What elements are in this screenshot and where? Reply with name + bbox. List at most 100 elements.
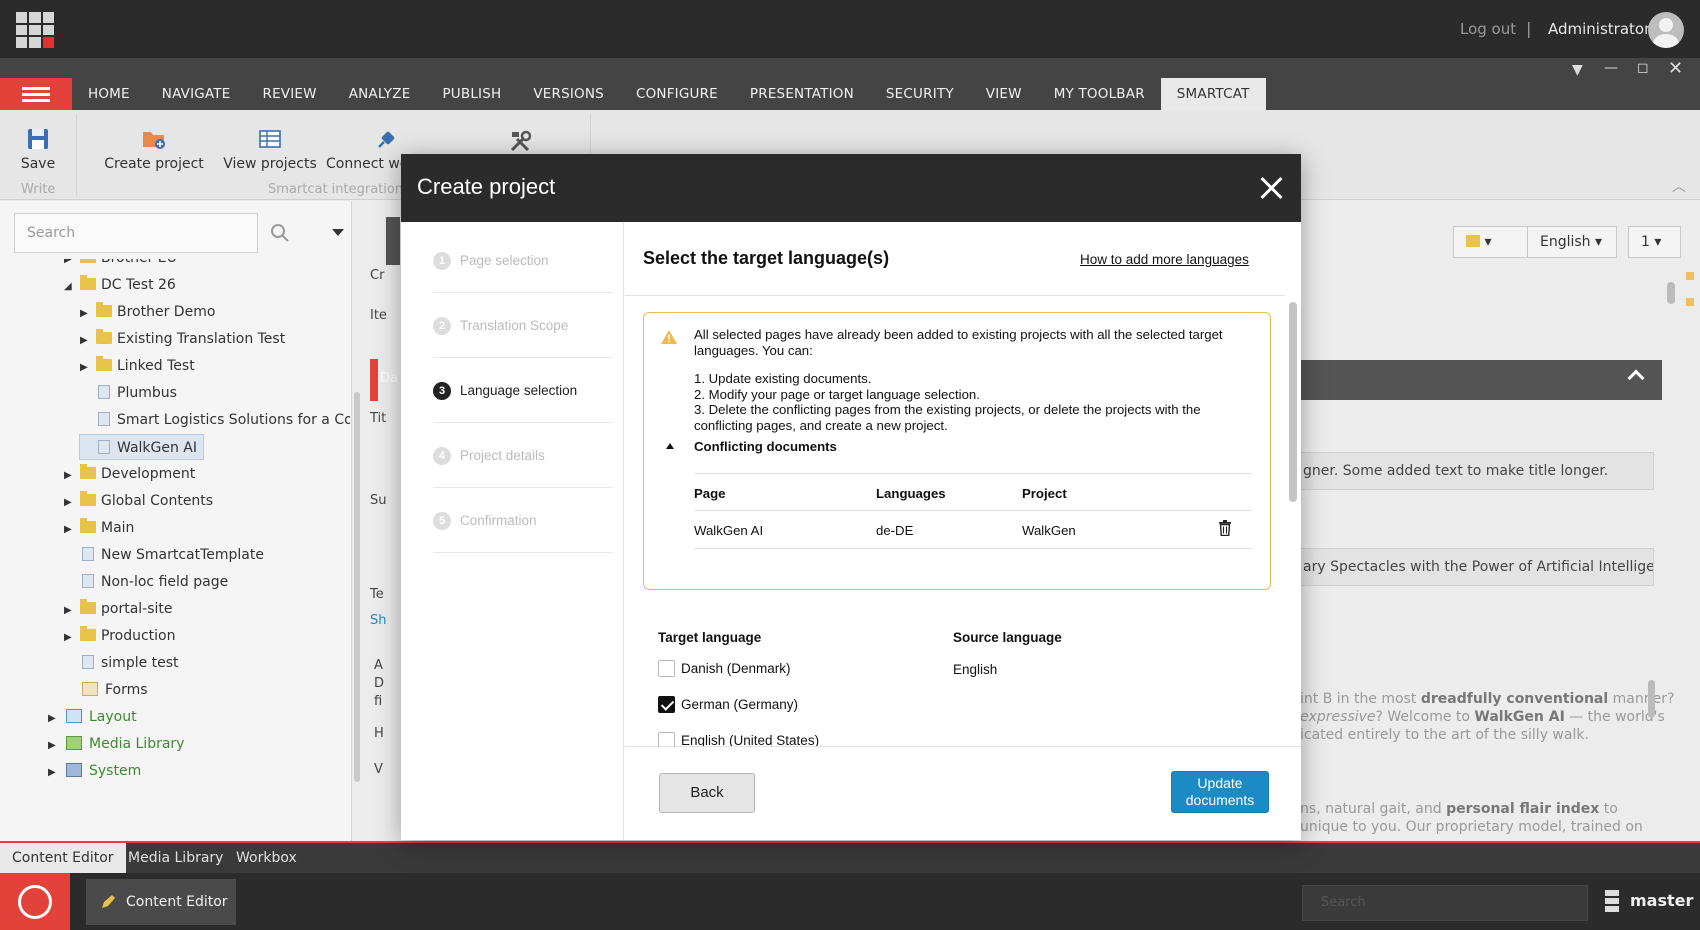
help-link[interactable]: How to add more languages bbox=[1080, 252, 1249, 267]
tree-node[interactable]: Plumbus bbox=[80, 380, 177, 406]
tree-node[interactable]: ▶ portal-site bbox=[64, 596, 173, 622]
bottom-tab-workbox[interactable]: Workbox bbox=[224, 843, 309, 873]
chevron-right-icon[interactable]: ▶ bbox=[48, 733, 58, 759]
wizard-step[interactable]: 3 Language selection bbox=[433, 358, 613, 423]
conflict-title[interactable]: Conflicting documents bbox=[694, 439, 837, 454]
tree-node[interactable]: ▶ Media Library bbox=[48, 731, 184, 757]
pane-scrollbar[interactable] bbox=[1289, 302, 1297, 502]
chevron-right-icon[interactable]: ▶ bbox=[64, 259, 74, 273]
hamburger-menu-icon[interactable] bbox=[0, 78, 72, 110]
version-dropdown[interactable]: 1 ▾ bbox=[1628, 226, 1681, 258]
close-icon[interactable] bbox=[1259, 176, 1283, 200]
tree-search-input[interactable]: Search bbox=[14, 213, 258, 253]
tab-presentation[interactable]: PRESENTATION bbox=[734, 78, 870, 110]
subtitle-field[interactable]: ary Spectacles with the Power of Artific… bbox=[1300, 548, 1654, 586]
tree-node[interactable]: ▶ Existing Translation Test bbox=[80, 326, 285, 352]
language-checkbox-german[interactable]: German (Germany) bbox=[658, 696, 798, 714]
chevron-right-icon[interactable]: ▶ bbox=[80, 301, 90, 327]
chevron-right-icon[interactable]: ▶ bbox=[48, 706, 58, 732]
checkbox-checked[interactable] bbox=[658, 696, 675, 713]
chevron-right-icon[interactable]: ▶ bbox=[64, 625, 74, 651]
tree-scrollbar[interactable] bbox=[354, 392, 360, 782]
update-documents-button[interactable]: Update documents bbox=[1171, 771, 1269, 813]
wizard-step[interactable]: 2 Translation Scope bbox=[433, 293, 613, 358]
tree-node[interactable]: ▶ System bbox=[48, 758, 141, 784]
tools-icon[interactable] bbox=[508, 130, 534, 154]
tree-node[interactable]: Forms bbox=[64, 677, 148, 703]
folder-icon bbox=[80, 626, 96, 641]
chevron-right-icon[interactable]: ▶ bbox=[64, 463, 74, 489]
minimize-icon[interactable]: — bbox=[1604, 60, 1618, 76]
sitecore-logo-icon[interactable] bbox=[0, 873, 70, 930]
tree-node[interactable]: Smart Logistics Solutions for a Con bbox=[80, 407, 350, 433]
checkbox[interactable] bbox=[658, 660, 675, 677]
tree-node[interactable]: ▶ Production bbox=[64, 623, 175, 649]
tab-home[interactable]: HOME bbox=[72, 78, 146, 110]
tree-node[interactable]: ▶ Brother EU bbox=[64, 259, 177, 271]
close-window-icon[interactable]: ✕ bbox=[1668, 58, 1683, 79]
view-projects-button[interactable]: View projects bbox=[212, 128, 328, 172]
chevron-down-icon[interactable]: ▼ bbox=[1572, 62, 1583, 78]
collapse-arrow-icon[interactable] bbox=[666, 443, 674, 449]
chevron-right-icon[interactable]: ▶ bbox=[80, 328, 90, 354]
maximize-icon[interactable]: ◻ bbox=[1637, 60, 1649, 76]
tree-node[interactable]: Non-loc field page bbox=[64, 569, 228, 595]
bottom-tab-content-editor[interactable]: Content Editor bbox=[0, 843, 126, 873]
tree-node[interactable]: ▶ Layout bbox=[48, 704, 137, 730]
global-search-input[interactable]: Search bbox=[1302, 885, 1588, 921]
chevron-right-icon[interactable]: ▶ bbox=[48, 760, 58, 786]
chevron-up-icon[interactable]: ︿ bbox=[1672, 176, 1686, 196]
ribbon-tab-bar: HOME NAVIGATE REVIEW ANALYZE PUBLISH VERSIONS… bbox=[0, 58, 1700, 110]
tab-versions[interactable]: VERSIONS bbox=[517, 78, 620, 110]
chevron-right-icon[interactable]: ▶ bbox=[80, 355, 90, 381]
trash-icon[interactable] bbox=[1218, 520, 1232, 536]
editor-scrollbar[interactable] bbox=[1667, 282, 1675, 304]
chevron-right-icon[interactable]: ▶ bbox=[64, 598, 74, 624]
user-name[interactable]: Administrator bbox=[1548, 20, 1650, 38]
language-checkbox-danish[interactable]: Danish (Denmark) bbox=[658, 660, 791, 678]
section-header[interactable] bbox=[1300, 360, 1662, 400]
title-field[interactable]: gner. Some added text to make title long… bbox=[1300, 452, 1654, 490]
tab-smartcat[interactable]: SMARTCAT bbox=[1160, 78, 1266, 110]
warning-option: 1. Update existing documents. bbox=[694, 371, 872, 386]
language-checkbox-english[interactable]: English (United States) bbox=[658, 732, 819, 746]
language-dropdown[interactable]: English ▾ bbox=[1527, 226, 1617, 258]
search-icon[interactable] bbox=[270, 223, 290, 243]
tree-node[interactable]: ◢ DC Test 26 bbox=[64, 272, 176, 298]
logout-link[interactable]: Log out bbox=[1460, 20, 1516, 38]
create-project-button[interactable]: Create project bbox=[96, 128, 212, 172]
back-button[interactable]: Back bbox=[659, 773, 755, 813]
wizard-step[interactable]: 5 Confirmation bbox=[433, 488, 613, 553]
chevron-right-icon[interactable]: ▶ bbox=[64, 517, 74, 543]
tree-node[interactable]: ▶ Development bbox=[64, 461, 195, 487]
tree-node[interactable]: WalkGen AI bbox=[79, 434, 205, 460]
tab-analyze[interactable]: ANALYZE bbox=[333, 78, 427, 110]
avatar[interactable] bbox=[1648, 12, 1684, 48]
launchpad-grid-icon[interactable] bbox=[16, 12, 54, 48]
tree-node[interactable]: ▶ Global Contents bbox=[64, 488, 213, 514]
tree-node[interactable]: New SmartcatTemplate bbox=[64, 542, 264, 568]
language-flag-dropdown[interactable]: ▾ bbox=[1453, 226, 1531, 258]
tab-review[interactable]: REVIEW bbox=[246, 78, 332, 110]
tree-node[interactable]: ▶ Brother Demo bbox=[80, 299, 215, 325]
wizard-step[interactable]: 4 Project details bbox=[433, 423, 613, 488]
bottom-tab-media-library[interactable]: Media Library bbox=[116, 843, 235, 873]
tab-security[interactable]: SECURITY bbox=[870, 78, 970, 110]
tab-publish[interactable]: PUBLISH bbox=[426, 78, 517, 110]
tree-node[interactable]: ▶ Main bbox=[64, 515, 134, 541]
tab-navigate[interactable]: NAVIGATE bbox=[146, 78, 247, 110]
tab-configure[interactable]: CONFIGURE bbox=[620, 78, 734, 110]
tree-node[interactable]: simple test bbox=[64, 650, 179, 676]
chevron-down-icon[interactable]: ◢ bbox=[64, 274, 74, 300]
text-scrollbar[interactable] bbox=[1648, 680, 1655, 718]
task-content-editor[interactable]: Content Editor bbox=[86, 879, 236, 925]
tab-view[interactable]: VIEW bbox=[970, 78, 1038, 110]
chevron-right-icon[interactable]: ▶ bbox=[64, 490, 74, 516]
save-button[interactable]: Save bbox=[16, 128, 60, 172]
chevron-down-icon[interactable] bbox=[332, 229, 344, 236]
checkbox[interactable] bbox=[658, 732, 675, 746]
wizard-step[interactable]: 1 Page selection bbox=[433, 228, 613, 293]
tree-node[interactable]: ▶ Linked Test bbox=[80, 353, 195, 379]
database-name[interactable]: master bbox=[1630, 891, 1693, 910]
tab-my-toolbar[interactable]: MY TOOLBAR bbox=[1038, 78, 1161, 110]
